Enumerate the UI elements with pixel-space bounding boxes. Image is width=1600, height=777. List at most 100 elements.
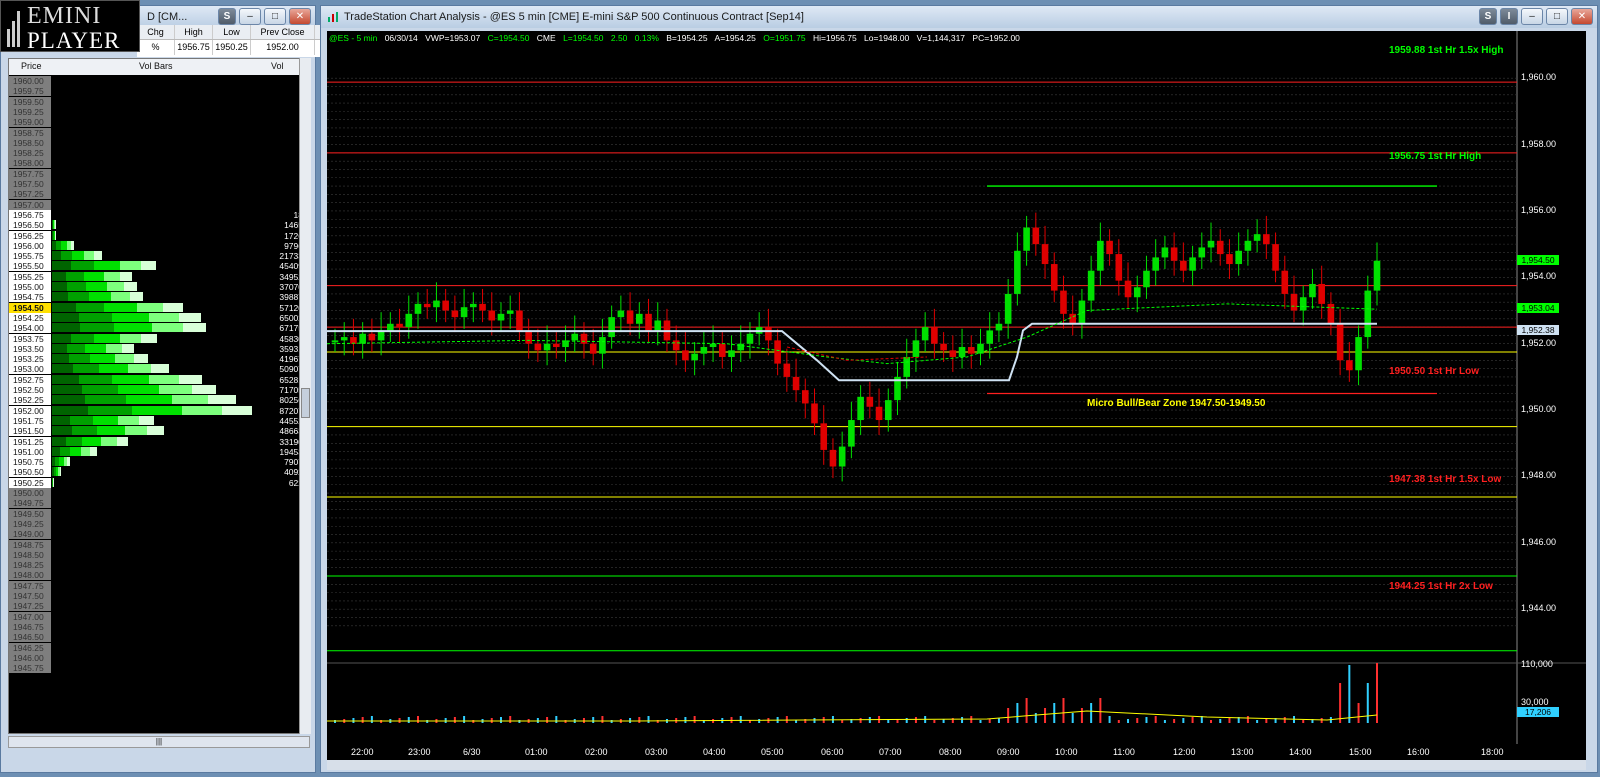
chart-scrollbar[interactable] (327, 760, 1586, 770)
volume-row-price: 1955.50 (9, 261, 51, 272)
candle (940, 343, 947, 351)
volume-bar (52, 261, 157, 271)
volume-bar (1283, 717, 1286, 723)
candle (746, 333, 754, 344)
candle (682, 350, 689, 361)
volume-row: 1948.50 (9, 549, 307, 560)
volume-row-price: 1951.75 (9, 415, 51, 426)
quote-header-1[interactable]: High (175, 25, 213, 39)
candle (433, 300, 440, 308)
volume-bar (1145, 717, 1148, 723)
price-column-header[interactable]: Price (21, 61, 42, 71)
chart-canvas[interactable] (327, 31, 1586, 744)
candle (1189, 257, 1196, 271)
volume-row-price: 1955.75 (9, 251, 51, 262)
symbol-link-button[interactable]: S (218, 8, 236, 25)
volume-horizontal-scrollbar[interactable]: ||| (8, 736, 310, 748)
candle (589, 343, 597, 354)
candle (350, 337, 357, 344)
volume-row-value: 45830 (279, 333, 303, 344)
volume-row-price: 1948.50 (9, 549, 51, 560)
candle (1281, 270, 1289, 294)
minimize-button[interactable]: – (239, 8, 261, 25)
volume-bar (463, 716, 466, 723)
time-axis-label: 08:00 (939, 747, 962, 757)
volume-axis-label: 110,000 (1521, 659, 1553, 669)
candle (580, 333, 588, 344)
candle (1253, 234, 1261, 241)
candle (331, 340, 339, 343)
volume-row: 1959.75 (9, 86, 307, 97)
vol-column-header[interactable]: Vol (271, 61, 284, 71)
volume-bar (1044, 708, 1047, 723)
candle (1143, 270, 1150, 288)
volume-row: 1958.00 (9, 158, 307, 169)
volume-row: 1954.00 67175 (9, 323, 307, 334)
time-axis-label: 05:00 (761, 747, 784, 757)
vertical-scroll-thumb[interactable] (301, 388, 310, 418)
maximize-button[interactable]: □ (264, 8, 286, 25)
volume-row: 1946.25 (9, 642, 307, 653)
vol-bars-column-header[interactable]: Vol Bars (139, 61, 173, 71)
volume-bar (1108, 716, 1111, 723)
quote-header-0[interactable]: Chg (137, 25, 175, 39)
info-ask: A=1954.25 (714, 33, 756, 43)
volume-bar (509, 716, 512, 723)
volume-bar (1163, 720, 1166, 723)
volume-bar (52, 220, 56, 230)
quote-header-2[interactable]: Low (213, 25, 251, 39)
horizontal-scroll-thumb[interactable]: ||| (156, 737, 162, 746)
volume-bar (914, 717, 917, 723)
time-axis-label: 02:00 (585, 747, 608, 757)
volume-bar (1034, 713, 1037, 723)
volume-row: 1959.25 (9, 106, 307, 117)
volume-bar (933, 720, 936, 723)
candle (405, 313, 413, 328)
volume-row: 1956.75 18 (9, 209, 307, 220)
time-axis-label: 10:00 (1055, 747, 1078, 757)
close-button[interactable]: ✕ (289, 8, 311, 25)
volume-bar (1228, 718, 1231, 723)
volume-bar (592, 717, 595, 723)
info-volume: V=1,144,317 (916, 33, 966, 43)
volume-bar (997, 718, 1000, 723)
volume-bar (813, 718, 816, 723)
volume-row-value: 65281 (279, 374, 303, 385)
volume-row-price: 1957.00 (9, 199, 51, 210)
volume-bar (905, 718, 908, 723)
volume-bar (52, 374, 202, 384)
volume-row: 1949.00 (9, 529, 307, 540)
time-axis: 22:00 23:00 6/30 01:00 02:00 03:00 04:00 05:00 0… (327, 744, 1586, 760)
chart-maximize-button[interactable]: □ (1546, 8, 1568, 25)
volume-bar (859, 718, 862, 723)
volume-row-price: 1949.25 (9, 518, 51, 529)
price-chart[interactable]: @ES - 5 min 06/30/14 VWP=1953.07 C=1954.… (327, 31, 1586, 744)
chart-info-button[interactable]: I (1500, 8, 1518, 25)
candle (599, 337, 606, 354)
volume-row-price: 1951.50 (9, 426, 51, 437)
volume-row-value: 44552 (279, 415, 303, 426)
candle (442, 300, 449, 311)
chart-close-button[interactable]: ✕ (1571, 8, 1593, 25)
volume-tag: 17,206 (1517, 707, 1559, 717)
candle (792, 376, 800, 391)
chart-window-titlebar[interactable]: TradeStation Chart Analysis - @ES 5 min … (321, 6, 1597, 28)
volume-vertical-scrollbar[interactable] (299, 58, 311, 734)
chart-minimize-button[interactable]: – (1521, 8, 1543, 25)
level-label: 1947.38 1st Hr 1.5x Low (1389, 474, 1502, 485)
quote-header-3[interactable]: Prev Close (251, 25, 315, 39)
volume-row: 1957.00 (9, 199, 307, 210)
volume-row-price: 1946.75 (9, 621, 51, 632)
volume-row-price: 1953.50 (9, 343, 51, 354)
volume-row: 1946.75 (9, 621, 307, 632)
volume-row-value: 48663 (279, 426, 303, 437)
candle (728, 350, 735, 357)
candle (672, 340, 680, 351)
volume-bar (52, 240, 75, 250)
chart-symbol-link-button[interactable]: S (1479, 8, 1497, 25)
volume-bar (647, 716, 650, 723)
volume-row-price: 1946.50 (9, 632, 51, 643)
volume-row-value: 37070 (279, 282, 303, 292)
logo-bars-icon (7, 11, 20, 47)
time-axis-label: 6/30 (463, 747, 481, 757)
